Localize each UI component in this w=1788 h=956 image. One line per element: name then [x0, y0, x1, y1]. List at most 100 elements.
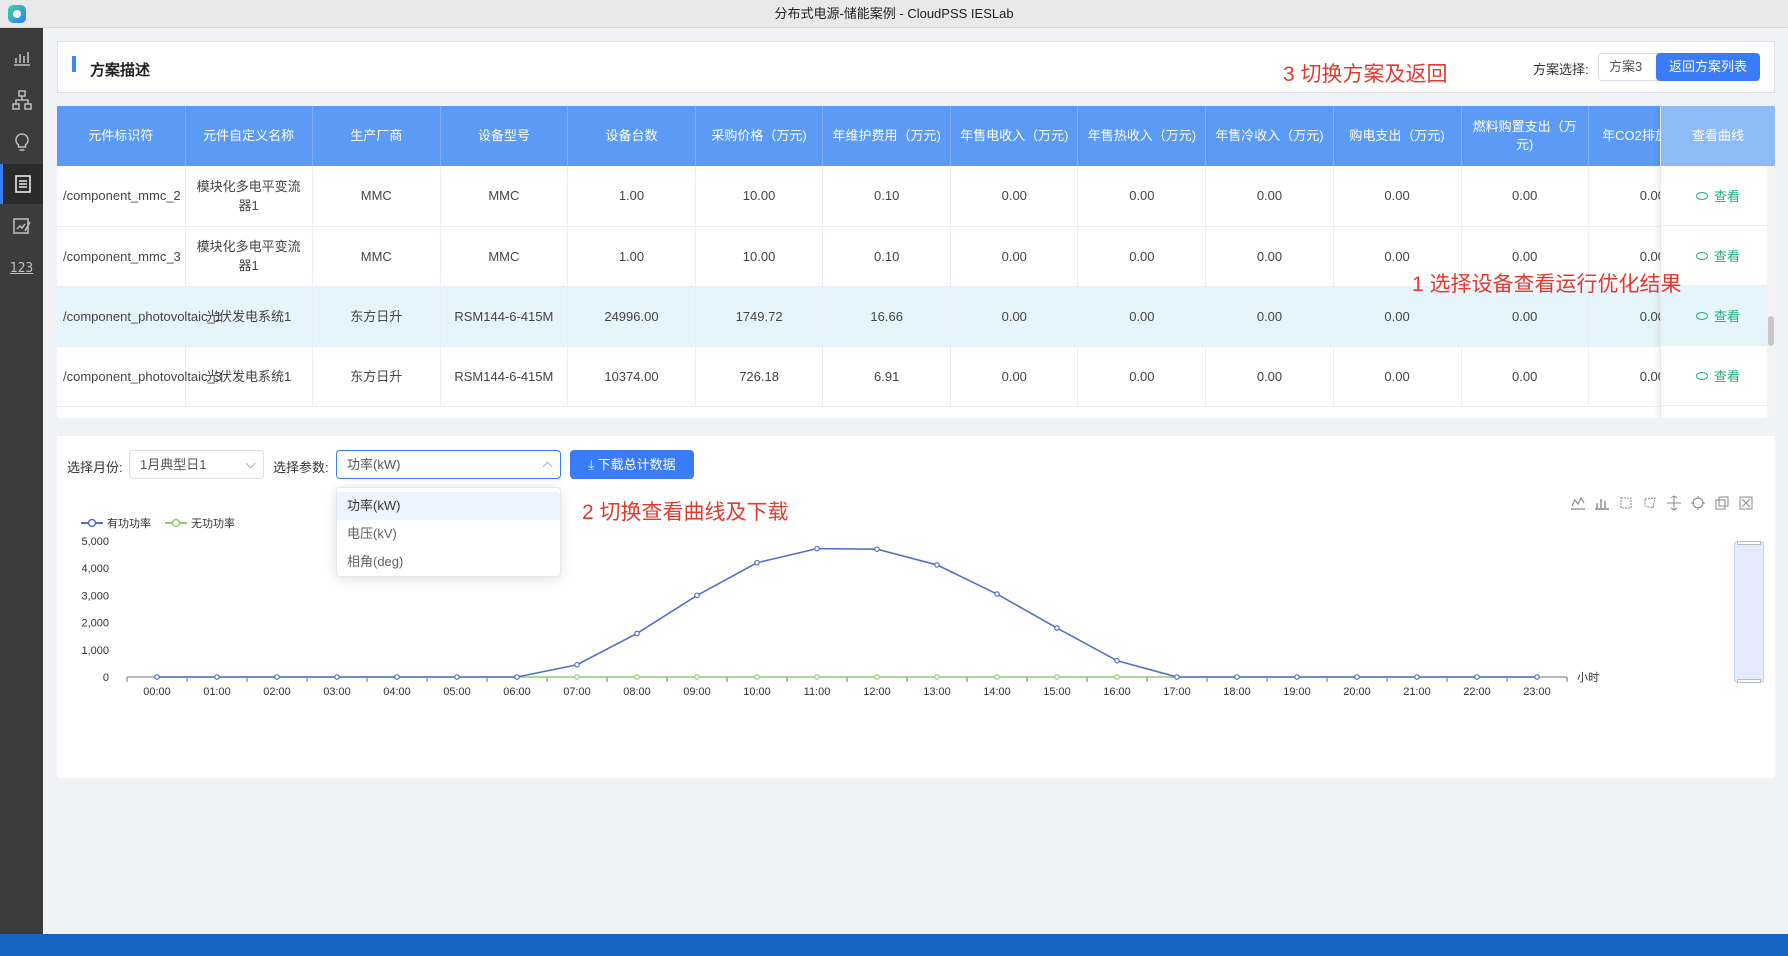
- param-option[interactable]: 电压(kV): [337, 520, 560, 548]
- data-point: [1294, 674, 1300, 680]
- table-row[interactable]: /component_photovoltaic_3 光伏发电系统1 东方日升 RSM1…: [57, 346, 1718, 407]
- month-select-value: 1月典型日1: [140, 457, 207, 472]
- y-tick-label: 5,000: [81, 536, 109, 548]
- save-image-icon[interactable]: [1738, 495, 1754, 511]
- slider-handle-bottom[interactable]: [1737, 679, 1761, 683]
- table-row[interactable]: /component_mmc_2 模块化多电平变流器1 MMC MMC 1.00 10.0…: [57, 166, 1718, 227]
- data-point: [1354, 674, 1360, 680]
- view-link[interactable]: 查看: [1695, 366, 1740, 385]
- numbers-icon[interactable]: 123: [0, 248, 43, 288]
- x-tick-label: 07:00: [563, 686, 591, 698]
- data-point: [394, 674, 400, 680]
- param-select-value: 功率(kW): [347, 457, 401, 472]
- restore-icon[interactable]: [1714, 495, 1730, 511]
- table-cell: 10374.00: [567, 346, 697, 407]
- param-option[interactable]: 功率(kW): [337, 492, 560, 520]
- column-header[interactable]: 燃料购置支出（万元): [1461, 106, 1589, 166]
- table-cell: 0.00: [950, 346, 1079, 407]
- column-header[interactable]: 生产厂商: [312, 106, 441, 166]
- month-select[interactable]: 1月典型日1: [129, 450, 264, 479]
- x-tick-label: 16:00: [1103, 686, 1131, 698]
- param-option[interactable]: 相角(deg): [337, 548, 560, 576]
- data-point: [1354, 674, 1360, 680]
- view-curve-header: 查看曲线: [1661, 106, 1775, 166]
- view-link[interactable]: 查看: [1695, 246, 1740, 265]
- list-document-icon[interactable]: [0, 164, 43, 204]
- x-tick-label: 12:00: [863, 686, 891, 698]
- param-select[interactable]: 功率(kW): [336, 450, 561, 479]
- column-header[interactable]: 元件标识符: [57, 106, 186, 166]
- table-cell: 0.00: [1333, 166, 1462, 227]
- zoom-reset-icon[interactable]: [1690, 495, 1706, 511]
- lasso-select-icon[interactable]: [1642, 495, 1658, 511]
- window-title: 分布式电源-储能案例 - CloudPSS IESLab: [774, 6, 1014, 21]
- data-point: [274, 674, 280, 680]
- legend-label: 无功功率: [191, 518, 235, 530]
- table-cell: 0.00: [1333, 346, 1462, 407]
- data-point: [934, 562, 940, 568]
- y-tick-label: 0: [103, 672, 109, 684]
- eye-icon: [1695, 192, 1708, 200]
- column-header[interactable]: 采购价格（万元): [695, 106, 824, 166]
- edit-chart-icon[interactable]: [0, 206, 43, 246]
- data-point: [1054, 625, 1060, 631]
- column-header[interactable]: 年维护费用（万元): [822, 106, 952, 166]
- x-tick-label: 09:00: [683, 686, 711, 698]
- view-link[interactable]: 查看: [1695, 186, 1740, 205]
- data-point: [154, 674, 160, 680]
- view-cell: 查看: [1661, 166, 1775, 226]
- bar-chart-icon[interactable]: [0, 38, 43, 78]
- table-cell: 0.00: [1205, 226, 1334, 287]
- chevron-up-icon: [542, 461, 553, 472]
- legend-item[interactable]: 有功功率: [81, 515, 151, 531]
- param-dropdown: 功率(kW) 电压(kV) 相角(deg): [336, 487, 561, 577]
- chart-zoom-slider[interactable]: [1734, 541, 1764, 683]
- line-chart-icon[interactable]: [1570, 495, 1586, 511]
- data-point: [1534, 674, 1540, 680]
- column-header[interactable]: 年售电收入（万元): [950, 106, 1079, 166]
- hierarchy-icon[interactable]: [0, 80, 43, 120]
- x-tick-label: 02:00: [263, 686, 291, 698]
- x-tick-label: 05:00: [443, 686, 471, 698]
- scheme-header: 方案描述 3 切换方案及返回 方案选择: 方案3 返回方案列表: [57, 41, 1775, 93]
- zoom-icon[interactable]: [1666, 495, 1682, 511]
- lightbulb-icon[interactable]: [0, 122, 43, 162]
- month-label: 选择月份:: [67, 460, 123, 475]
- column-header[interactable]: 设备台数: [567, 106, 697, 166]
- table-cell: 0.00: [1461, 166, 1589, 227]
- column-header[interactable]: 购电支出（万元): [1333, 106, 1462, 166]
- view-link[interactable]: 查看: [1695, 306, 1740, 325]
- scrollbar-thumb[interactable]: [1768, 316, 1774, 346]
- table-cell: 10.00: [695, 226, 824, 287]
- table-cell: 模块化多电平变流器1: [185, 226, 313, 287]
- table-cell: /component_mmc_3: [57, 226, 186, 287]
- column-header[interactable]: 设备型号: [440, 106, 568, 166]
- chevron-down-icon: [245, 458, 256, 469]
- x-tick-label: 18:00: [1223, 686, 1251, 698]
- table-scrollbar[interactable]: [1767, 166, 1775, 418]
- column-header[interactable]: 年售热收入（万元): [1077, 106, 1207, 166]
- column-header[interactable]: 年售冷收入（万元): [1205, 106, 1334, 166]
- x-tick-label: 00:00: [143, 686, 171, 698]
- table-cell: 东方日升: [312, 286, 441, 347]
- data-point: [1474, 674, 1480, 680]
- x-tick-label: 21:00: [1403, 686, 1431, 698]
- data-point: [1234, 674, 1240, 680]
- rect-select-icon[interactable]: [1618, 495, 1634, 511]
- x-tick-label: 17:00: [1163, 686, 1191, 698]
- chart-legend: 有功功率 无功功率: [81, 515, 235, 531]
- x-tick-label: 13:00: [923, 686, 951, 698]
- table-cell: MMC: [440, 166, 568, 227]
- download-total-button[interactable]: ⤓ 下载总计数据: [570, 450, 694, 479]
- slider-handle-top[interactable]: [1737, 541, 1761, 545]
- table-cell: 0.00: [1461, 346, 1589, 407]
- data-point: [214, 674, 220, 680]
- table-cell: 0.00: [950, 166, 1079, 227]
- data-point: [334, 674, 340, 680]
- eye-icon: [1695, 372, 1708, 380]
- bar-chart-icon[interactable]: [1594, 495, 1610, 511]
- param-label: 选择参数:: [273, 460, 329, 475]
- back-to-list-button[interactable]: 返回方案列表: [1656, 53, 1760, 81]
- column-header[interactable]: 元件自定义名称: [185, 106, 313, 166]
- legend-item[interactable]: 无功功率: [165, 515, 235, 531]
